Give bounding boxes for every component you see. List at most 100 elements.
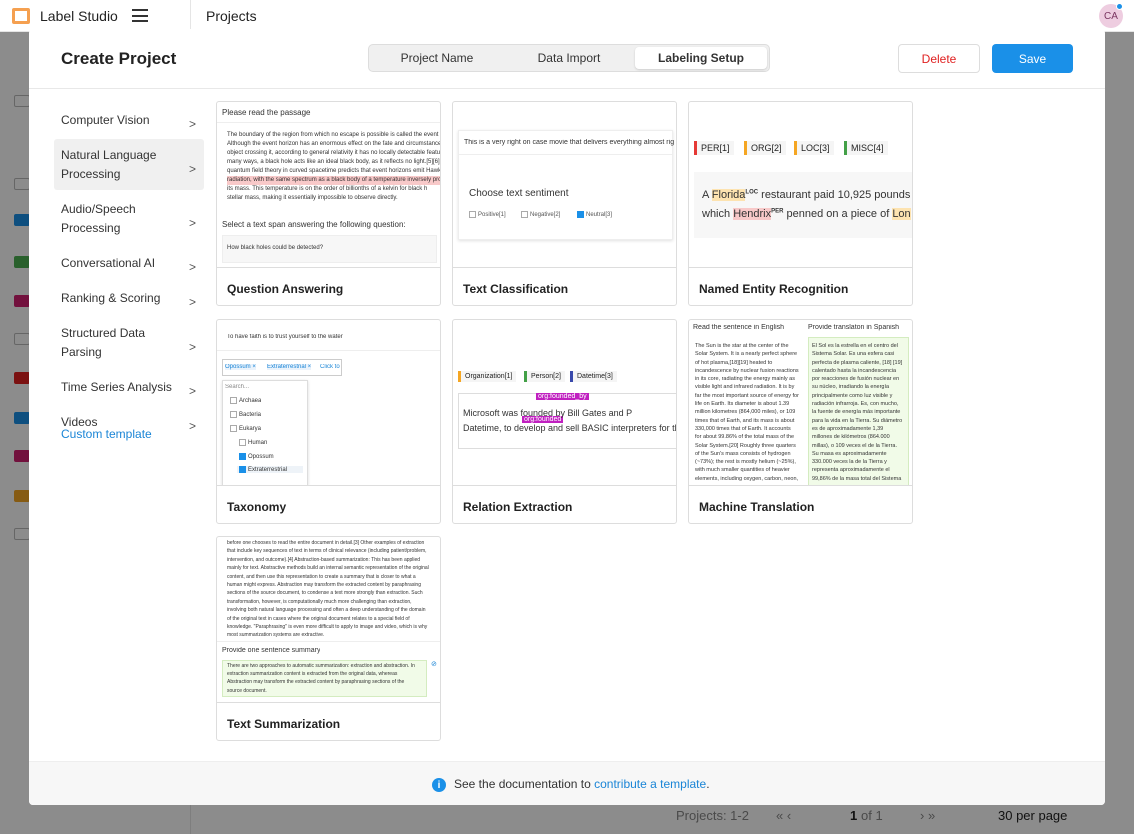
preview-text: far the most important source of energy … <box>695 392 799 399</box>
preview-prompt: Choose text sentiment <box>469 188 569 199</box>
preview-text: Microsoft was founded by Bill Gates and … <box>463 408 633 418</box>
checkbox-checked <box>577 211 584 218</box>
preview-text: million kilometres (864,000 miles), or 1… <box>695 409 796 416</box>
template-preview: before one chooses to read the entire do… <box>217 537 440 703</box>
category-label: Computer Vision <box>61 113 150 127</box>
checkbox <box>521 211 528 218</box>
template-card-text-classification[interactable]: This is a very right on case movie that … <box>452 101 677 306</box>
preview-text: transformation, however, is computationa… <box>227 598 412 605</box>
menu-icon[interactable] <box>132 9 148 22</box>
preview-text: stellar mass, making it essentially impo… <box>227 195 398 201</box>
preview-question-prompt: Select a text span answering the followi… <box>222 220 406 229</box>
template-card-taxonomy[interactable]: To have faith is to trust yourself to th… <box>216 319 441 524</box>
category-structured-data[interactable]: Structured Data Parsing > <box>54 317 204 368</box>
chevron-right-icon: > <box>188 215 196 230</box>
label-chip: Person[2] <box>524 371 565 382</box>
breadcrumb: Projects <box>206 8 257 24</box>
template-preview: Organization[1] Person[2] Datetime[3] or… <box>453 320 677 486</box>
tree-item: Bacteria <box>239 412 262 419</box>
save-button[interactable]: Save <box>992 44 1073 73</box>
preview-text: 330,000 times that of Earth. It accounts <box>695 425 791 432</box>
template-name: Named Entity Recognition <box>699 282 849 296</box>
template-card-question-answering[interactable]: Please read the passage The boundary of … <box>216 101 441 306</box>
preview-text: source document. <box>227 687 267 694</box>
preview-text: sections of the source document, to cond… <box>227 590 423 597</box>
preview-heading: Provide translaton in Spanish <box>808 324 900 331</box>
option-label: Positive[1] <box>478 212 506 219</box>
template-card-text-summarization[interactable]: before one chooses to read the entire do… <box>216 536 441 741</box>
template-card-ner[interactable]: PER[1] ORG[2] LOC[3] MISC[4] A FloridaLO… <box>688 101 913 306</box>
label-chip: PER[1] <box>694 141 734 155</box>
preview-text: intervention, and outcome).[4] Abstracti… <box>227 556 421 563</box>
preview-text: for about 99.86% of the total mass of th… <box>695 434 795 441</box>
template-name: Machine Translation <box>699 500 815 514</box>
preview-text: life on Earth. Its diameter is about 1.3… <box>695 401 790 408</box>
notification-dot <box>1116 3 1123 10</box>
preview-text: This is a very right on case movie that … <box>464 139 674 146</box>
preview-text: object crossing it, according to general… <box>227 150 441 156</box>
preview-text: knowledge. "Paraphrasing" is even more d… <box>227 624 428 631</box>
category-computer-vision[interactable]: Computer Vision > <box>54 104 204 136</box>
category-conversational-ai[interactable]: Conversational AI > <box>54 247 204 279</box>
preview-text: (~73%); the rest is mostly helium (~25%)… <box>695 459 796 466</box>
preview-text: perfecta de plasma caliente, [18] [19] <box>812 359 903 366</box>
preview-text: representa aproximadamente el <box>812 467 890 474</box>
template-preview: To have faith is to trust yourself to th… <box>217 320 440 486</box>
preview-heading: Read the sentence in English <box>693 324 785 331</box>
template-card-relation-extraction[interactable]: Organization[1] Person[2] Datetime[3] or… <box>452 319 677 524</box>
template-card-machine-translation[interactable]: Read the sentence in English Provide tra… <box>688 319 913 524</box>
preview-text: with much smaller quantities of heavier <box>695 467 790 474</box>
category-label: Audio/Speech Processing <box>61 202 136 235</box>
preview-prompt: Provide one sentence summary <box>222 647 321 654</box>
checkbox-checked <box>239 466 246 473</box>
category-ranking-scoring[interactable]: Ranking & Scoring > <box>54 282 204 314</box>
modal-title: Create Project <box>61 49 177 68</box>
entity-tag: LOC <box>745 189 759 196</box>
preview-text: many ways, a black hole acts like an ide… <box>227 159 441 165</box>
preview-text: Solar System. It is a nearly perfect sph… <box>695 351 798 358</box>
template-preview: This is a very right on case movie that … <box>453 102 676 268</box>
label-chip: Organization[1] <box>458 371 517 382</box>
tree-item: Eukarya <box>239 426 262 433</box>
template-name: Taxonomy <box>227 500 287 514</box>
preview-text: Su masa es aproximadamente <box>812 450 887 457</box>
chevron-right-icon: > <box>188 117 196 131</box>
preview-text: su núcleo, irradiando la energía <box>812 384 890 391</box>
preview-text: The Sun is the star at the center of the <box>695 343 789 349</box>
search-input: Search... <box>225 384 250 390</box>
preview-text: principalmente como luz visible y <box>812 392 893 399</box>
info-icon: i <box>432 778 446 792</box>
category-time-series[interactable]: Time Series Analysis > <box>54 371 204 403</box>
label-chip: MISC[4] <box>844 141 888 155</box>
preview-text: mainly for text. Abstractive methods bui… <box>227 565 429 572</box>
preview-text: times that of Earth, and its mass is abo… <box>695 417 795 424</box>
chevron-right-icon: > <box>188 384 196 398</box>
chevron-right-icon: > <box>188 295 196 309</box>
preview-text: calentado hasta la incandescencia <box>812 367 897 374</box>
tab-data-import[interactable]: Data Import <box>503 47 635 69</box>
template-name: Relation Extraction <box>463 500 573 514</box>
option-label: Neutral[3] <box>586 212 613 219</box>
category-label: Time Series Analysis <box>61 380 172 394</box>
tree-item: Extraterrestrial <box>248 467 288 474</box>
option-label: Negative[2] <box>530 212 561 219</box>
tab-labeling-setup[interactable]: Labeling Setup <box>635 47 767 69</box>
template-preview: PER[1] ORG[2] LOC[3] MISC[4] A FloridaLO… <box>689 102 912 268</box>
tab-project-name[interactable]: Project Name <box>371 47 503 69</box>
selected-chip: Opossum × <box>225 364 256 370</box>
preview-text: Solar System.[20] Roughly three quarters <box>695 442 796 449</box>
preview-text: Datetime, to develop and sell BASIC inte… <box>463 423 677 433</box>
custom-template-link[interactable]: Custom template <box>61 427 152 441</box>
delete-button[interactable]: Delete <box>898 44 980 73</box>
preview-text: radiación infrarroja. Es, con mucho, <box>812 401 899 408</box>
preview-text: es de aproximadamente 1,39 <box>812 425 884 432</box>
preview-text: incandescence by nuclear fusion reaction… <box>695 367 799 374</box>
preview-text: la fuente de energía más importante <box>812 409 901 416</box>
category-label: Ranking & Scoring <box>61 291 161 305</box>
category-audio-speech[interactable]: Audio/Speech Processing > <box>54 193 204 244</box>
contribute-template-link[interactable]: contribute a template <box>594 777 706 791</box>
preview-text: penned on a piece of <box>783 208 893 220</box>
preview-text: involving both natural language processi… <box>227 607 426 614</box>
wizard-tabs: Project Name Data Import Labeling Setup <box>368 44 770 72</box>
category-nlp[interactable]: Natural Language Processing > <box>54 139 204 190</box>
